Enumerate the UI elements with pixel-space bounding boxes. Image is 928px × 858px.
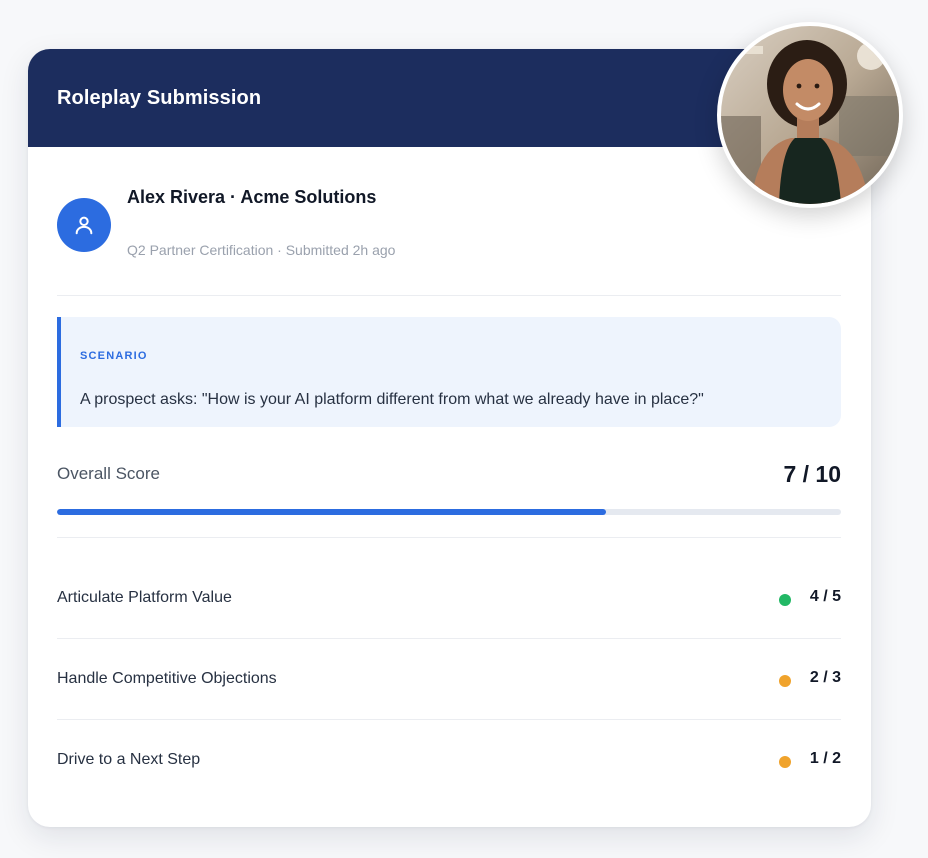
- overall-progress-fill: [57, 509, 606, 515]
- avatar: [57, 198, 111, 252]
- criterion-label: Handle Competitive Objections: [57, 670, 277, 687]
- overall-progress-bar: [57, 509, 841, 515]
- criterion-score: 4 / 5: [809, 588, 841, 605]
- criteria-list: Articulate Platform Value 4 / 5 Handle C…: [57, 558, 841, 800]
- scenario-box: SCENARIO A prospect asks: "How is your A…: [57, 317, 841, 427]
- criterion-row: Handle Competitive Objections 2 / 3: [57, 639, 841, 720]
- card-title: Roleplay Submission: [57, 86, 262, 109]
- criterion-label: Drive to a Next Step: [57, 751, 201, 768]
- scenario-text: A prospect asks: "How is your AI platfor…: [80, 391, 704, 408]
- divider: [57, 537, 841, 538]
- criterion-row: Articulate Platform Value 4 / 5: [57, 558, 841, 639]
- scenario-label: SCENARIO: [80, 350, 148, 362]
- user-icon: [75, 216, 93, 235]
- criterion-score: 1 / 2: [809, 750, 841, 767]
- status-dot: [779, 675, 791, 687]
- status-dot: [779, 594, 791, 606]
- user-row: Alex Rivera · Acme Solutions Q2 Partner …: [57, 147, 841, 296]
- criterion-score: 2 / 3: [809, 669, 841, 686]
- criterion-label: Articulate Platform Value: [57, 589, 232, 606]
- status-dot: [779, 756, 791, 768]
- card-content: Alex Rivera · Acme Solutions Q2 Partner …: [57, 147, 841, 768]
- criterion-row: Drive to a Next Step 1 / 2: [57, 720, 841, 800]
- reviewer-photo-image: [721, 26, 899, 204]
- user-name: Alex Rivera · Acme Solutions: [127, 187, 377, 207]
- overall-score-value: 7 / 10: [783, 461, 841, 487]
- submission-meta: Q2 Partner Certification · Submitted 2h …: [127, 242, 396, 258]
- reviewer-photo: [717, 22, 903, 208]
- overall-score-label: Overall Score: [57, 464, 160, 483]
- overall-score-row: Overall Score 7 / 10: [57, 461, 841, 491]
